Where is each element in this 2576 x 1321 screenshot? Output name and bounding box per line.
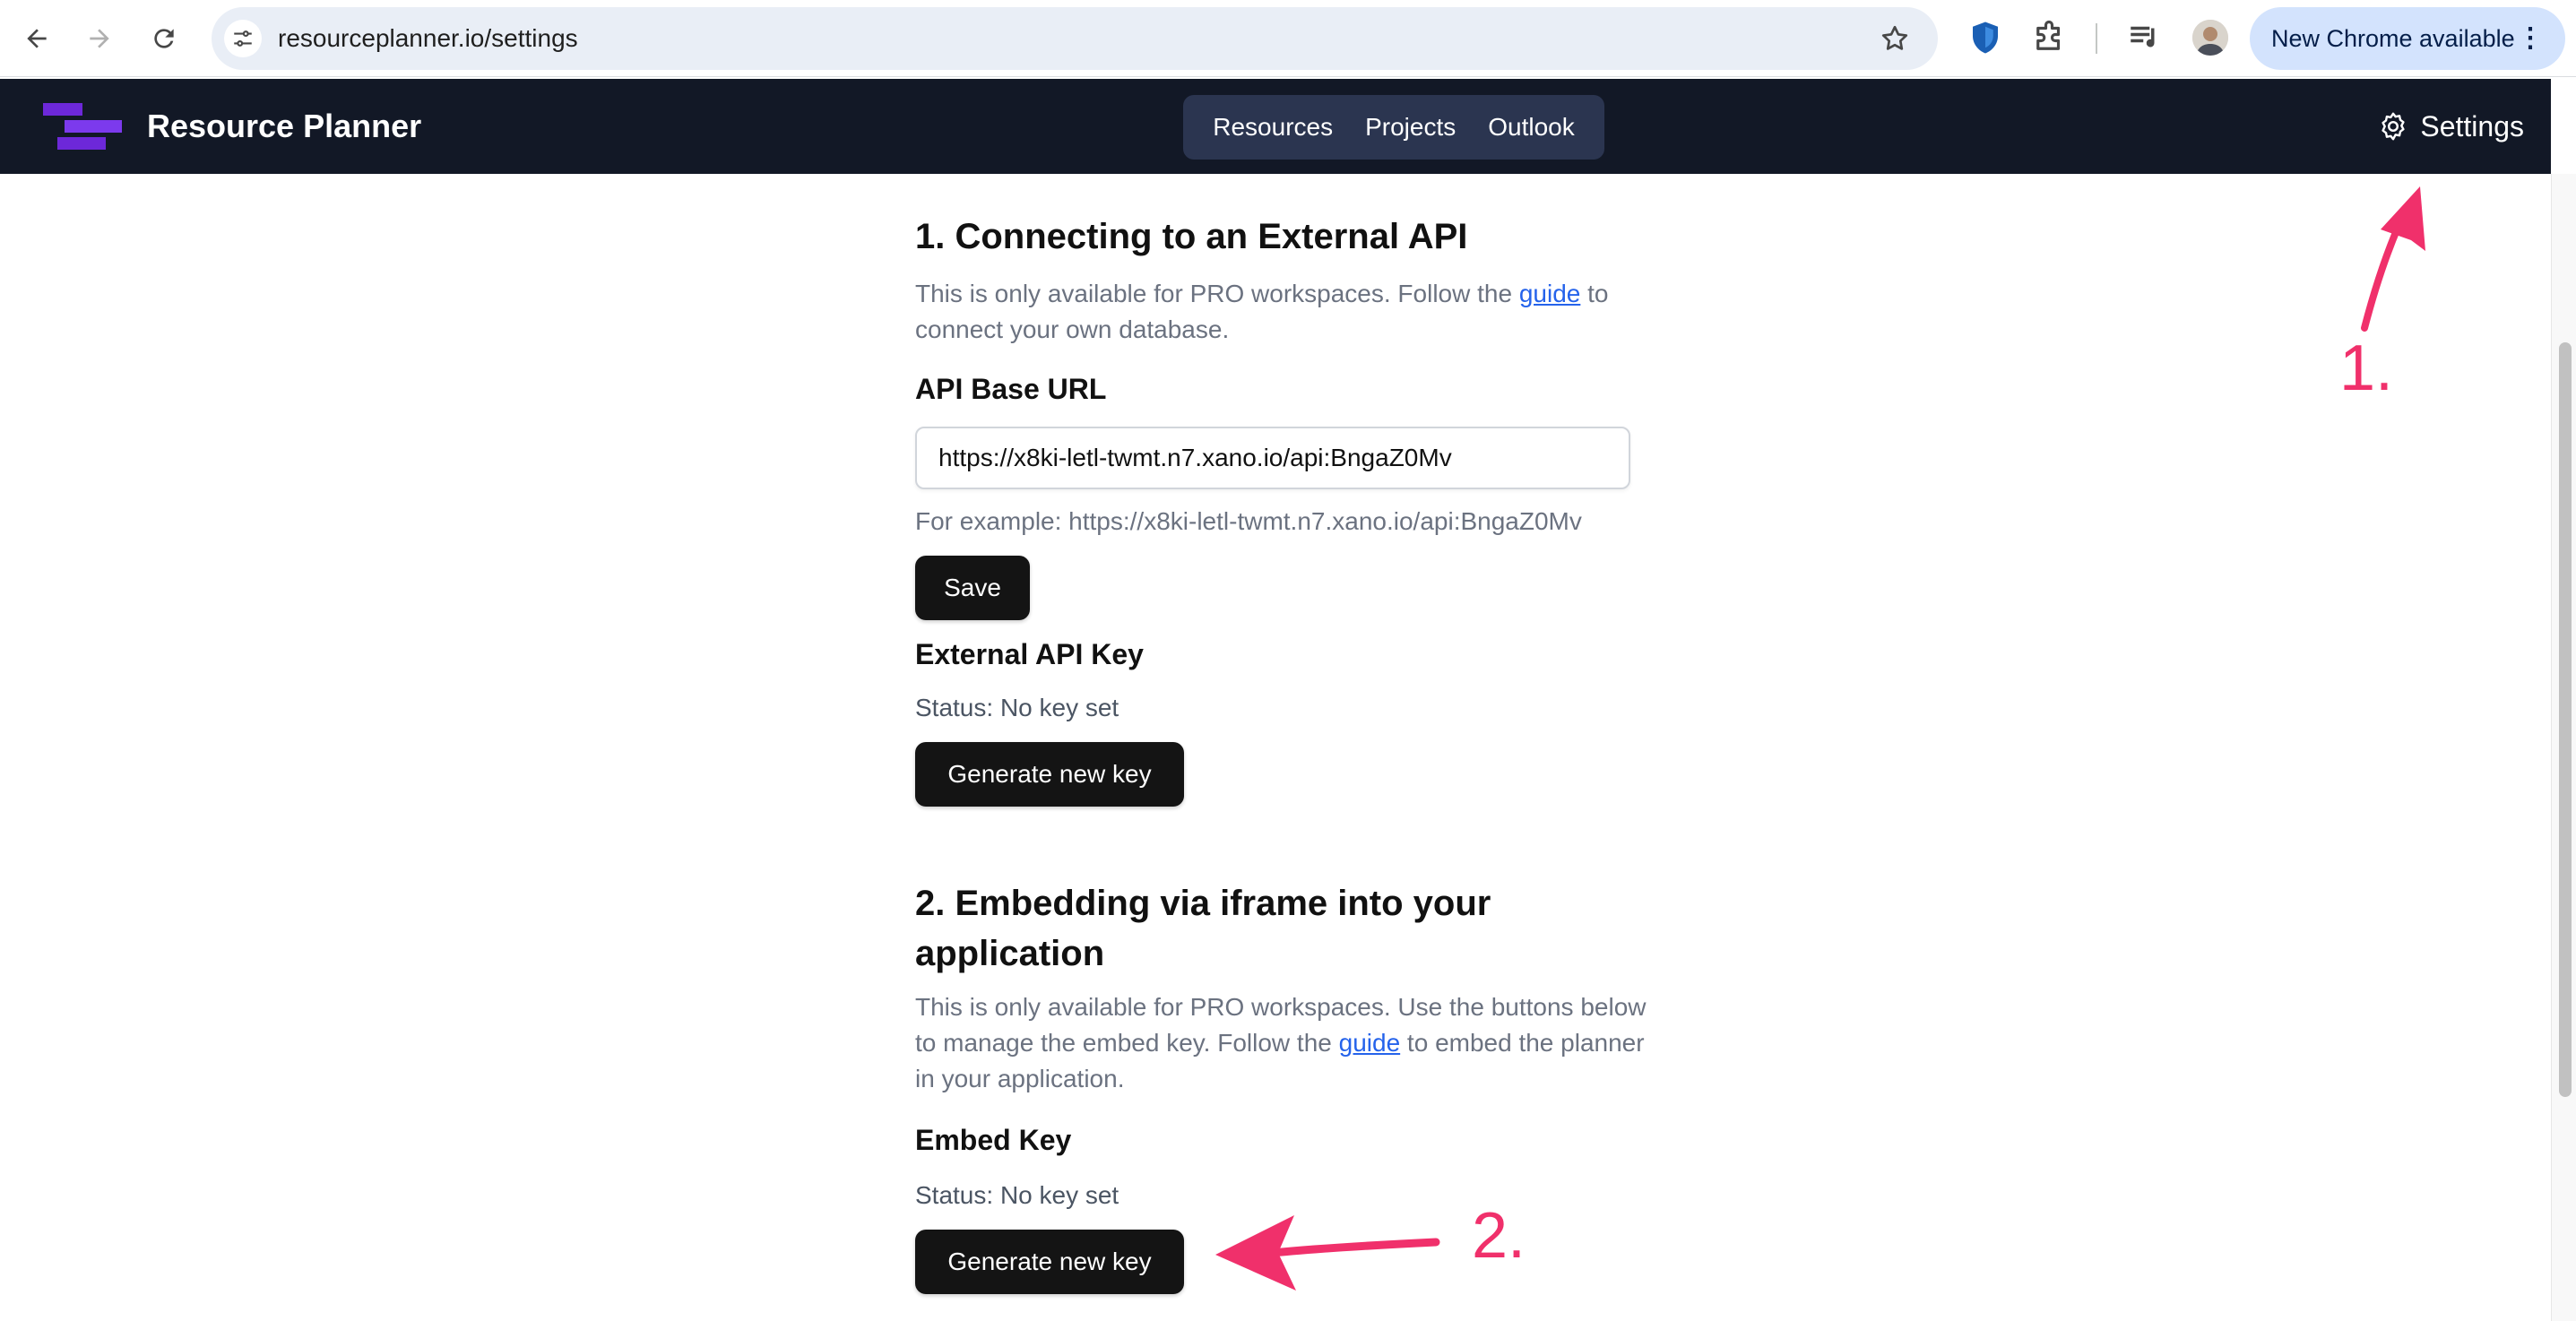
external-api-key-status: Status: No key set [915, 694, 1119, 721]
section-embedding-heading-line1: 2. Embedding via iframe into your [915, 884, 1491, 923]
address-bar[interactable]: resourceplanner.io/settings [212, 7, 1938, 70]
gear-icon [2382, 112, 2405, 141]
back-button[interactable] [16, 18, 57, 59]
site-info-button[interactable] [224, 20, 262, 57]
url-text[interactable]: resourceplanner.io/settings [278, 7, 578, 70]
app-title[interactable]: Resource Planner [147, 79, 421, 174]
main-nav: Resources Projects Outlook [1183, 95, 1604, 160]
annotation-arrow-1 [2361, 222, 2402, 332]
user-photo-icon [2192, 20, 2228, 56]
section-external-api-heading: 1. Connecting to an External API [915, 217, 1468, 256]
api-base-url-label: API Base URL [915, 373, 1107, 405]
api-base-url-input[interactable]: https://x8ki-letl-twmt.n7.xano.io/api:Bn… [915, 427, 1630, 489]
section-external-api-description: This is only available for PRO workspace… [915, 276, 1650, 348]
page-scrollbar[interactable] [2551, 174, 2576, 1321]
api-base-url-hint: For example: https://x8ki-letl-twmt.n7.x… [915, 507, 1582, 535]
tune-icon [234, 30, 252, 47]
embed-guide-link[interactable]: guide [1339, 1029, 1401, 1057]
guide-link[interactable]: guide [1519, 280, 1581, 307]
annotation-arrow-2 [1268, 1238, 1440, 1257]
reload-button[interactable] [143, 18, 185, 59]
embed-key-status: Status: No key set [915, 1181, 1119, 1209]
generate-embed-key-button[interactable]: Generate new key [915, 1230, 1184, 1294]
bookmark-star-icon[interactable] [1879, 22, 1911, 55]
chrome-update-button[interactable]: New Chrome available ⋮ [2250, 7, 2565, 70]
embed-key-label: Embed Key [915, 1124, 1072, 1156]
shield-extension-icon[interactable] [1967, 19, 2004, 56]
extensions-puzzle-icon[interactable] [2030, 19, 2068, 56]
annotation-step-2: 2. [1472, 1200, 1526, 1272]
nav-outlook[interactable]: Outlook [1473, 95, 1590, 160]
toolbar-divider [2096, 23, 2097, 54]
annotation-step-1: 1. [2339, 332, 2394, 404]
reload-icon [154, 29, 174, 48]
desc-text: This is only available for PRO workspace… [915, 280, 1519, 307]
generate-api-key-button[interactable]: Generate new key [915, 742, 1184, 807]
settings-label: Settings [2420, 109, 2524, 142]
resource-planner-logo-icon[interactable] [41, 101, 125, 151]
forward-button[interactable] [79, 18, 120, 59]
nav-resources[interactable]: Resources [1197, 95, 1348, 160]
arrow-right-icon [90, 29, 109, 48]
external-api-key-label: External API Key [915, 638, 1144, 670]
scrollbar-thumb[interactable] [2559, 342, 2572, 1097]
nav-projects[interactable]: Projects [1350, 95, 1471, 160]
profile-avatar[interactable] [2192, 20, 2228, 56]
annotation-arrows [1215, 186, 2425, 1291]
kebab-menu-icon[interactable]: ⋮ [2517, 7, 2544, 70]
settings-link[interactable]: Settings [2377, 79, 2524, 174]
media-queue-icon[interactable] [2126, 19, 2164, 56]
save-button[interactable]: Save [915, 556, 1030, 620]
app-header: Resource Planner Resources Projects Outl… [0, 79, 2551, 174]
section-embedding-description: This is only available for PRO workspace… [915, 989, 1650, 1097]
annotation-arrowhead-2 [1215, 1215, 1296, 1291]
annotation-arrowhead-1 [2381, 186, 2425, 251]
arrow-left-icon [27, 29, 47, 48]
browser-toolbar: resourceplanner.io/settings New Chrome a… [0, 0, 2576, 77]
section-embedding-heading-line2: application [915, 934, 1105, 973]
update-label: New Chrome available [2271, 25, 2515, 52]
